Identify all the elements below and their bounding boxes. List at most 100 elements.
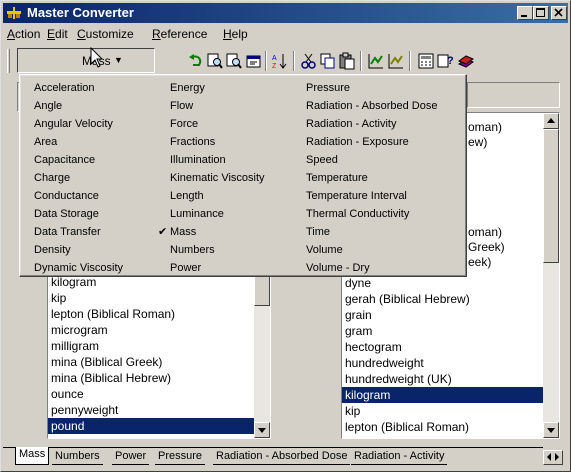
list-item[interactable]: grain (342, 307, 545, 323)
title-bar[interactable]: Master Converter (3, 3, 568, 23)
menu-action[interactable]: Action (7, 27, 40, 41)
list-item[interactable]: Greek) (468, 239, 505, 254)
paste-icon[interactable] (338, 52, 356, 70)
category-menu-item[interactable]: Data Storage (34, 205, 99, 223)
tab-numbers[interactable]: Numbers (52, 449, 103, 465)
close-button[interactable] (551, 6, 567, 20)
list-item[interactable]: mina (Biblical Hebrew) (48, 370, 254, 386)
category-menu-item[interactable]: Charge (34, 169, 70, 187)
list-item[interactable]: dyne (342, 275, 545, 291)
category-menu-item[interactable]: Data Transfer (34, 223, 101, 241)
list-item[interactable]: ew) (468, 134, 505, 149)
scroll-down-button[interactable] (543, 422, 559, 438)
category-menu-item[interactable]: Length (170, 187, 204, 205)
category-menu-item[interactable]: Area (34, 133, 57, 151)
properties-icon[interactable] (245, 52, 263, 70)
category-menu-item[interactable]: Time (306, 223, 330, 241)
category-menu-item[interactable]: Numbers (170, 241, 215, 259)
book-icon[interactable] (457, 52, 475, 70)
list-item[interactable]: hundredweight (UK) (342, 371, 545, 387)
list-item[interactable]: gram (342, 323, 545, 339)
copy-icon[interactable] (319, 52, 337, 70)
menu-customize[interactable]: Customize (77, 27, 134, 41)
to-list-scroll-thumb[interactable] (543, 129, 559, 263)
menu-help[interactable]: Help (223, 27, 248, 41)
scroll-up-button[interactable] (543, 113, 559, 129)
category-menu-item[interactable]: Fractions (170, 133, 215, 151)
category-menu-item[interactable]: Kinematic Viscosity (170, 169, 265, 187)
tab-radiation-activity[interactable]: Radiation - Activity (351, 449, 448, 465)
list-item[interactable]: pound (48, 418, 254, 434)
list-item[interactable] (468, 209, 505, 224)
category-menu-item[interactable]: Temperature Interval (306, 187, 407, 205)
category-menu-item[interactable]: Conductance (34, 187, 99, 205)
category-menu-item[interactable]: Density (34, 241, 71, 259)
list-item[interactable]: oman) (468, 224, 505, 239)
list-item[interactable] (468, 179, 505, 194)
list-item[interactable] (468, 149, 505, 164)
category-menu-item[interactable]: Luminance (170, 205, 224, 223)
list-item[interactable] (468, 194, 505, 209)
category-menu-item[interactable]: Force (170, 115, 198, 133)
list-item[interactable]: oman) (468, 119, 505, 134)
category-menu-item[interactable]: Volume (306, 241, 343, 259)
chart-icon[interactable] (367, 52, 385, 70)
category-menu-item[interactable]: Acceleration (34, 79, 95, 97)
category-menu-item[interactable]: Capacitance (34, 151, 95, 169)
category-menu-item[interactable]: Mass (170, 223, 196, 241)
list-item[interactable] (468, 164, 505, 179)
to-list-scrollbar[interactable] (543, 113, 559, 438)
list-item[interactable]: milligram (48, 338, 254, 354)
tab-scroll-buttons[interactable] (543, 450, 563, 465)
list-item[interactable]: gerah (Biblical Hebrew) (342, 291, 545, 307)
help-icon[interactable]: ? (437, 52, 455, 70)
category-menu-item[interactable]: Radiation - Exposure (306, 133, 409, 151)
list-item[interactable]: lepton (Biblical Roman) (48, 306, 254, 322)
maximize-button[interactable] (533, 6, 549, 20)
find-next-icon[interactable] (225, 52, 243, 70)
menu-edit[interactable]: Edit (47, 27, 68, 41)
from-list-scroll-thumb[interactable] (254, 274, 270, 306)
list-item[interactable]: kip (342, 403, 545, 419)
from-unit-list[interactable]: kilogram kip lepton (Biblical Roman) microg… (47, 273, 271, 439)
category-menu-item[interactable]: Dynamic Viscosity (34, 259, 123, 277)
menu-reference[interactable]: Reference (152, 27, 207, 41)
toolbar-grip[interactable] (7, 49, 10, 73)
cut-icon[interactable] (300, 52, 318, 70)
tab-radiation-absorbed-dose[interactable]: Radiation - Absorbed Dose (213, 449, 351, 465)
category-menu-item[interactable]: Energy (170, 79, 205, 97)
category-menu-item[interactable]: Speed (306, 151, 338, 169)
sort-icon[interactable]: AZ (271, 52, 289, 70)
list-item[interactable]: hectogram (342, 339, 545, 355)
find-icon[interactable] (206, 52, 224, 70)
right-input-frame[interactable] (467, 82, 560, 108)
tab-power[interactable]: Power (112, 449, 150, 465)
category-menu-item[interactable]: Temperature (306, 169, 368, 187)
list-item[interactable]: mina (Biblical Greek) (48, 354, 254, 370)
chart-alt-icon[interactable] (387, 52, 405, 70)
scroll-down-button[interactable] (254, 422, 270, 438)
calculator-icon[interactable] (417, 52, 435, 70)
list-item[interactable]: lepton (Biblical Roman) (342, 419, 545, 435)
category-menu-item[interactable]: Flow (170, 97, 193, 115)
list-item[interactable]: hundredweight (342, 355, 545, 371)
tab-mass[interactable]: Mass (15, 447, 50, 465)
from-list-scrollbar[interactable] (254, 274, 270, 438)
undo-icon[interactable] (187, 52, 205, 70)
list-item[interactable]: eek) (468, 254, 505, 269)
category-menu-item[interactable]: Thermal Conductivity (306, 205, 409, 223)
category-menu-item[interactable]: Power (170, 259, 201, 277)
list-item[interactable]: microgram (48, 322, 254, 338)
category-menu-item[interactable]: Illumination (170, 151, 226, 169)
tab-pressure[interactable]: Pressure (155, 449, 206, 465)
category-menu-item[interactable]: Radiation - Activity (306, 115, 396, 133)
category-selector[interactable]: Mass ▼ (17, 48, 155, 73)
list-item[interactable]: kilogram (342, 387, 545, 403)
minimize-button[interactable] (517, 6, 533, 20)
category-menu-item[interactable]: Volume - Dry (306, 259, 370, 277)
category-menu-item[interactable]: Angular Velocity (34, 115, 113, 133)
category-menu-item[interactable]: Radiation - Absorbed Dose (306, 97, 437, 115)
list-item[interactable]: ounce (48, 386, 254, 402)
category-menu-item[interactable]: Angle (34, 97, 62, 115)
category-menu-item[interactable]: Pressure (306, 79, 350, 97)
